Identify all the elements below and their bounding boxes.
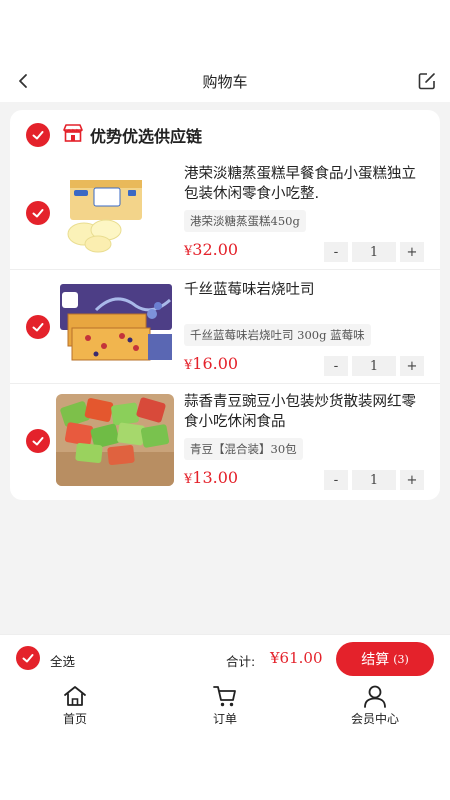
decrease-button[interactable]: - (324, 356, 348, 376)
checkout-label: 结算 (361, 652, 390, 668)
edit-icon[interactable] (416, 70, 438, 92)
quantity-stepper: - 1 + (324, 470, 424, 490)
product-spec: 千丝蓝莓味岩烧吐司 300g 蓝莓味 (184, 324, 371, 346)
tab-home[interactable]: 首页 (30, 684, 120, 727)
checkout-bar: 全选 合计: ¥61.00 结算 (3) (0, 634, 450, 680)
product-title[interactable]: 蒜香青豆豌豆小包装炒货散装网红零食小吃休闲食品 (184, 392, 424, 432)
product-spec: 港荣淡糖蒸蛋糕450g (184, 210, 306, 232)
tab-member[interactable]: 会员中心 (330, 684, 420, 727)
quantity-stepper: - 1 + (324, 356, 424, 376)
checkout-button[interactable]: 结算 (3) (336, 642, 434, 676)
store-card: 优势优选供应链 港荣淡糖蒸蛋糕早餐食品小蛋糕独立包装休闲零食小吃整. 港荣淡糖蒸… (10, 110, 440, 500)
store-name: 优势优选供应链 (90, 127, 203, 146)
store-icon (63, 124, 83, 142)
item-select-checkbox[interactable] (26, 201, 50, 225)
item-select-checkbox[interactable] (26, 429, 50, 453)
checkmark-icon (32, 323, 44, 332)
product-price: ¥13.00 (184, 468, 239, 487)
checkmark-icon (22, 654, 34, 663)
product-title[interactable]: 千丝蓝莓味岩烧吐司 (184, 280, 424, 300)
checkout-count: (3) (393, 652, 409, 666)
cart-item: 千丝蓝莓味岩烧吐司 千丝蓝莓味岩烧吐司 300g 蓝莓味 ¥16.00 - 1 … (10, 270, 440, 384)
decrease-button[interactable]: - (324, 470, 348, 490)
total-label: 合计: (226, 654, 256, 669)
product-price: ¥16.00 (184, 354, 239, 373)
tab-home-label: 首页 (62, 712, 87, 726)
cart-item: 蒜香青豆豌豆小包装炒货散装网红零食小吃休闲食品 青豆【混合装】30包 ¥13.0… (10, 384, 440, 498)
cart-icon (213, 686, 236, 707)
quantity-value[interactable]: 1 (352, 356, 396, 376)
user-icon (364, 685, 386, 708)
checkmark-icon (32, 209, 44, 218)
quantity-value[interactable]: 1 (352, 242, 396, 262)
quantity-stepper: - 1 + (324, 242, 424, 262)
product-image[interactable] (56, 394, 174, 486)
tab-orders-label: 订单 (212, 712, 237, 726)
product-image[interactable] (56, 280, 178, 372)
checkmark-icon (32, 131, 44, 140)
tab-orders[interactable]: 订单 (180, 684, 270, 727)
status-bar (0, 0, 450, 60)
select-all-label[interactable]: 全选 (50, 651, 75, 670)
tab-member-label: 会员中心 (350, 712, 399, 726)
cart-content: 优势优选供应链 港荣淡糖蒸蛋糕早餐食品小蛋糕独立包装休闲零食小吃整. 港荣淡糖蒸… (0, 102, 450, 634)
store-select-checkbox[interactable] (26, 123, 50, 147)
checkmark-icon (32, 437, 44, 446)
increase-button[interactable]: + (400, 356, 424, 376)
decrease-button[interactable]: - (324, 242, 348, 262)
tab-bar: 首页 订单 会员中心 (0, 680, 450, 734)
total-price: ¥61.00 (270, 649, 323, 667)
store-header: 优势优选供应链 (10, 110, 440, 156)
product-price: ¥32.00 (184, 240, 239, 259)
product-title[interactable]: 港荣淡糖蒸蛋糕早餐食品小蛋糕独立包装休闲零食小吃整. (184, 164, 424, 204)
home-icon (64, 686, 86, 706)
increase-button[interactable]: + (400, 470, 424, 490)
quantity-value[interactable]: 1 (352, 470, 396, 490)
cart-item: 港荣淡糖蒸蛋糕早餐食品小蛋糕独立包装休闲零食小吃整. 港荣淡糖蒸蛋糕450g ¥… (10, 156, 440, 270)
product-spec: 青豆【混合装】30包 (184, 438, 303, 460)
nav-bar: 购物车 (0, 60, 450, 102)
item-select-checkbox[interactable] (26, 315, 50, 339)
page-title: 购物车 (202, 72, 248, 91)
increase-button[interactable]: + (400, 242, 424, 262)
product-image[interactable] (56, 166, 144, 258)
back-arrow-icon[interactable] (14, 70, 34, 92)
select-all-checkbox[interactable] (16, 646, 40, 670)
